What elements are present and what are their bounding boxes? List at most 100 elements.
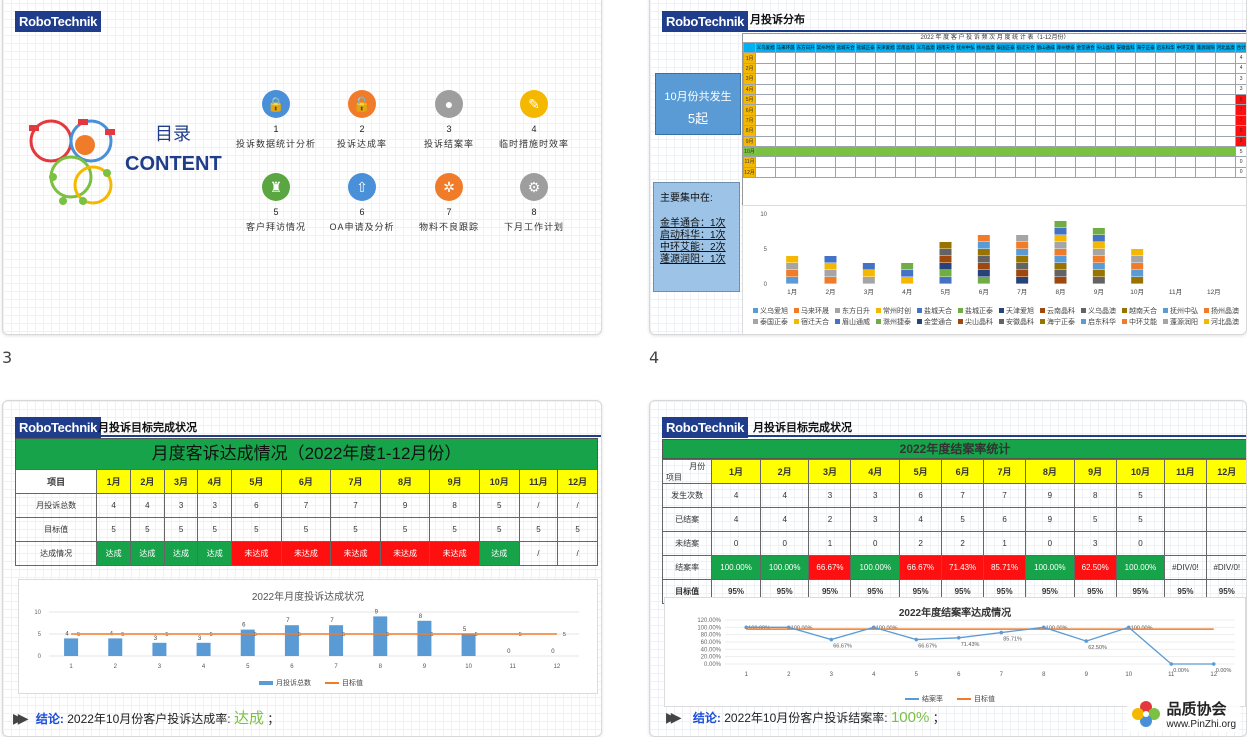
cell (1135, 104, 1157, 116)
table-cell: 5 (557, 517, 598, 542)
cell (1155, 62, 1177, 75)
stacked-bar-segment (901, 263, 914, 270)
total-cell: 7 (1235, 114, 1246, 127)
stacked-bar-segment (1054, 270, 1067, 277)
cell (975, 156, 997, 168)
cell (1135, 145, 1157, 158)
row-label: 达成情况 (14, 541, 98, 566)
cell (875, 114, 897, 127)
x-tick-label: 11月 (1169, 288, 1182, 296)
cell (895, 104, 917, 116)
cell (935, 62, 957, 75)
stacked-bar-segment (786, 270, 799, 277)
cell (875, 104, 897, 116)
row-label: 结案率 (661, 555, 713, 580)
cell (775, 166, 797, 179)
toc-item-7[interactable]: ✲ 7 物料不良跟踪 (404, 173, 494, 233)
toc-item-2[interactable]: 🔓 2 投诉达成率 (317, 90, 407, 150)
month-cell: 2月 (742, 62, 757, 75)
slide-6-thumbnail[interactable]: RoboTechnik 月投诉目标完成状况 2022年度结案率统计 月份 项目 1月… (649, 400, 1247, 737)
stacked-bar-segment (977, 235, 990, 242)
month-header: 11月 (518, 469, 559, 494)
table-row: 4月 3 (742, 83, 1246, 95)
x-tick-label: 9 (423, 664, 427, 670)
cell (1155, 73, 1177, 85)
cell (795, 83, 817, 95)
cell (1055, 93, 1077, 106)
month-header: 1月 (96, 469, 131, 494)
cell (1215, 73, 1237, 85)
y-tick-label: 5 (38, 632, 42, 638)
slide-3-thumbnail[interactable]: RoboTechnik 目录 CONTENT 🔒 1 投诉数据统计分析 🔓 2 投诉达成率… (2, 0, 602, 335)
rate-data-label: 0.00% (1216, 668, 1232, 674)
table-cell: 1 (983, 531, 1027, 556)
month-header: 12月 (557, 469, 598, 494)
stacked-bar-segment (824, 270, 837, 277)
cell (855, 135, 877, 147)
bar-complaints (461, 634, 476, 656)
cell (1035, 83, 1057, 95)
toc-item-1[interactable]: 🔒 1 投诉数据统计分析 (231, 90, 321, 150)
slide-5-thumbnail[interactable]: RoboTechnik 月投诉目标完成状况 月度客诉达成情况（2022年度1-1… (2, 400, 602, 737)
customer-header: 扬州晶澳 (975, 41, 997, 54)
cell (835, 156, 857, 168)
table-cell: 未达成 (429, 541, 480, 566)
conclusion-value: 100% (890, 709, 930, 726)
cell (895, 93, 917, 106)
cell (795, 114, 817, 127)
cell (1035, 62, 1057, 75)
cell (995, 52, 1017, 64)
cell (1175, 114, 1197, 127)
table-cell: 3 (850, 483, 901, 508)
toc-item-3[interactable]: ● 3 投诉结案率 (404, 90, 494, 150)
cell (935, 135, 957, 147)
cell (835, 145, 857, 158)
toc-item-5[interactable]: ♜ 5 客户拜访情况 (231, 173, 321, 233)
cell (1195, 166, 1217, 179)
cell (975, 62, 997, 75)
toc-item-4[interactable]: ✎ 4 临时措施时效率 (489, 90, 579, 150)
row-label: 月投诉总数 (14, 493, 98, 518)
cell (835, 52, 857, 64)
stacked-bar-segment (1131, 249, 1144, 256)
table-cell: 71.43% (941, 555, 985, 580)
cell (775, 125, 797, 137)
target-data-label: 5 (165, 632, 168, 638)
total-cell: 3 (1235, 73, 1246, 85)
toc-item-number: 7 (446, 207, 452, 217)
y-tick-label: 0.00% (704, 662, 722, 668)
table-cell: 9 (379, 493, 431, 518)
table-cell: 0 (711, 531, 761, 556)
watermark-cn: 品质协会 (1166, 701, 1227, 718)
table-cell: 3 (163, 493, 199, 518)
chart-legend: 月投诉总数 目标值 (259, 678, 363, 688)
table-cell (1205, 483, 1246, 508)
table-cell: 7 (330, 493, 381, 518)
table-cell: 1 (808, 531, 852, 556)
stacked-bar-segment (862, 277, 875, 284)
cell (875, 135, 897, 147)
x-tick-label: 3 (830, 672, 834, 678)
rate-data-label: 100.00% (1046, 625, 1068, 631)
cell (995, 62, 1017, 75)
cell (1095, 135, 1117, 147)
cell (1035, 93, 1057, 106)
toc-item-6[interactable]: ⇧ 6 OA申请及分析 (317, 173, 407, 233)
stacked-bar-segment (1092, 263, 1105, 270)
cell (795, 104, 817, 116)
cell (855, 52, 877, 64)
cell (975, 114, 997, 127)
slide-4-thumbnail[interactable]: RoboTechnik 月投诉分布 2022 年 度 客 户 投 诉 频 次 月… (649, 0, 1247, 335)
customer-header: 云南晶科 (895, 41, 917, 54)
toc-item-label: 投诉结案率 (423, 139, 474, 149)
cell (955, 93, 977, 106)
bar-complaints (64, 638, 79, 656)
x-tick-label: 10月 (1130, 288, 1144, 296)
table-cell: 0 (759, 531, 810, 556)
cell (775, 135, 797, 147)
row-label: 未结案 (661, 531, 713, 556)
cell (815, 125, 837, 137)
legend-item: 滁州捷泰 (876, 317, 911, 327)
toc-item-8[interactable]: ⚙ 8 下月工作计划 (489, 173, 579, 233)
cell (1035, 52, 1057, 64)
